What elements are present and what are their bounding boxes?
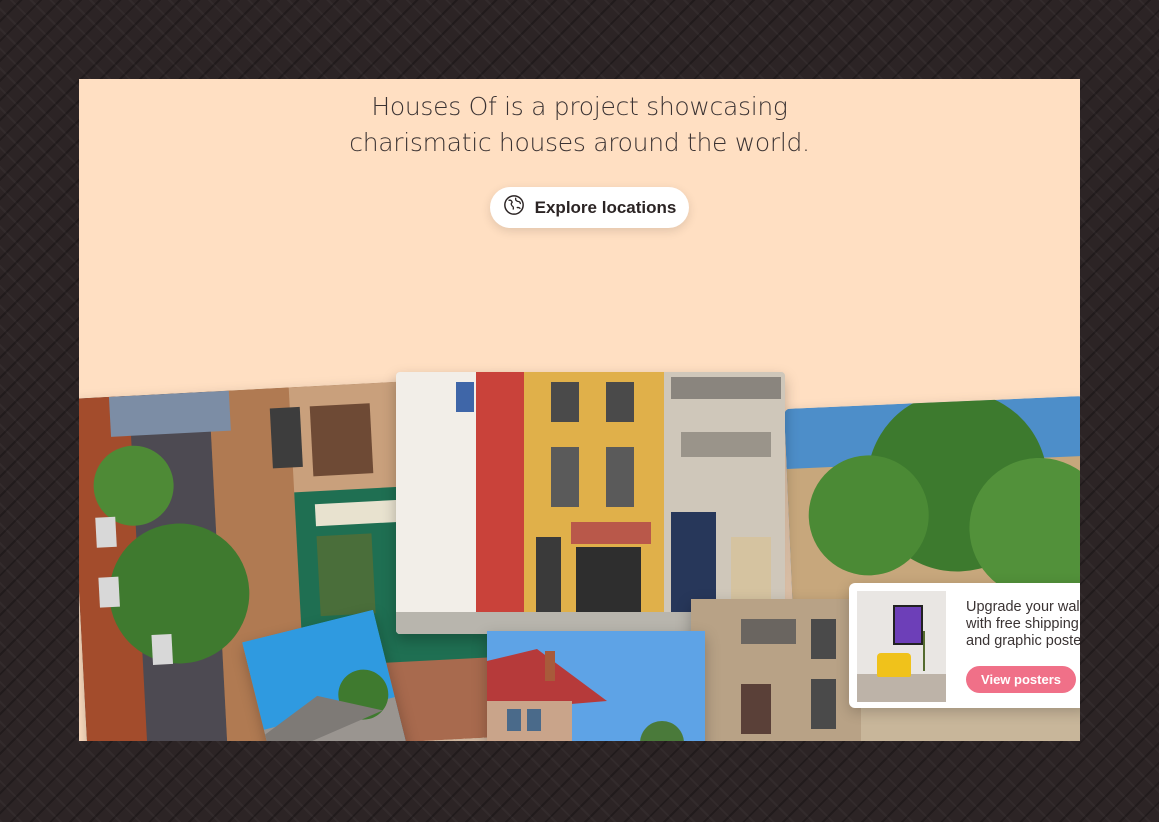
photo-colorful-facades[interactable] <box>396 372 785 634</box>
poster-promo-image <box>857 591 946 702</box>
intro-line-1: Houses Of is a project showcasing <box>371 92 788 121</box>
globe-icon <box>503 194 525 221</box>
poster-promo-text: Upgrade your wall with free shipping and… <box>966 599 1080 649</box>
explore-locations-button[interactable]: Explore locations <box>490 187 689 228</box>
hero-panel: Houses Of is a project showcasing charis… <box>79 79 1080 741</box>
chair-graphic <box>877 653 911 677</box>
intro-text: Houses Of is a project showcasing charis… <box>79 89 1080 161</box>
poster-promo-card: Upgrade your wall with free shipping and… <box>849 583 1080 708</box>
photo-red-roof-house[interactable] <box>487 631 705 741</box>
poster-frame-graphic <box>893 605 923 645</box>
explore-locations-label: Explore locations <box>534 197 677 217</box>
intro-line-2: charismatic houses around the world. <box>349 128 810 157</box>
view-posters-button[interactable]: View posters <box>966 666 1076 693</box>
plant-graphic <box>923 631 937 671</box>
